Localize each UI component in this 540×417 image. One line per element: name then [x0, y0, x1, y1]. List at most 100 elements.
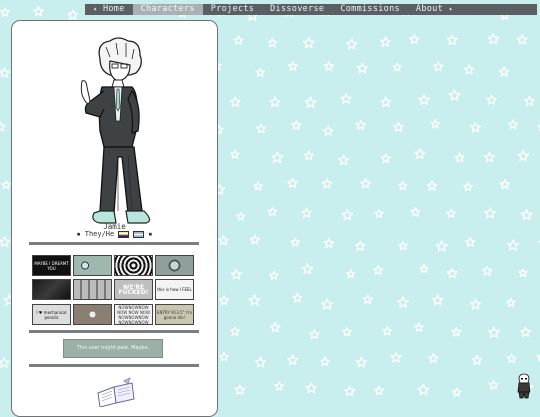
star-shape — [305, 382, 317, 394]
star-shape — [274, 381, 285, 391]
star-shape — [255, 67, 266, 77]
webring-badge[interactable]: This user might pale. Maybe. — [63, 339, 163, 358]
nav-characters[interactable]: Characters — [132, 4, 203, 15]
star-shape — [397, 296, 409, 308]
button-badge-10[interactable] — [73, 304, 112, 325]
star-shape — [471, 354, 483, 366]
nav-about-label: About — [415, 4, 444, 14]
star-shape — [397, 180, 408, 191]
nav-dissoverse[interactable]: Dissoverse — [262, 4, 332, 15]
star-shape — [426, 180, 438, 191]
star-shape — [291, 120, 302, 130]
star-shape — [520, 208, 533, 221]
star-shape — [320, 356, 330, 367]
star-shape — [0, 121, 6, 132]
bullet: ▪ — [148, 230, 153, 238]
button-badge-12[interactable]: ENTRY 913.5° I'm gonna die! — [155, 304, 194, 325]
star-shape — [0, 67, 11, 78]
star-shape — [506, 297, 516, 307]
star-shape — [398, 241, 408, 251]
button-badge-5[interactable] — [32, 279, 71, 300]
star-shape — [392, 62, 403, 72]
star-shape — [380, 153, 391, 164]
star-shape — [323, 61, 335, 71]
bullet: ▪ — [76, 230, 81, 238]
star-shape — [483, 151, 495, 163]
button-badge-7[interactable]: WE'RE FUCKED! — [114, 279, 153, 300]
star-shape — [355, 356, 367, 368]
star-shape — [463, 64, 475, 75]
star-shape — [33, 5, 44, 17]
nonbinary-flag-icon — [118, 230, 130, 238]
star-shape — [484, 207, 496, 219]
button-badge-2[interactable] — [73, 255, 112, 276]
star-shape — [430, 119, 441, 129]
divider — [29, 242, 199, 245]
star-shape — [446, 34, 458, 46]
star-shape — [340, 93, 352, 104]
star-shape — [248, 294, 261, 306]
star-shape — [487, 32, 500, 45]
star-shape — [218, 235, 229, 246]
nav-commissions[interactable]: Commissions — [332, 4, 408, 15]
pronouns: They/He — [84, 230, 115, 238]
button-badge-4[interactable] — [155, 255, 194, 276]
star-icon: ✦ — [448, 5, 453, 13]
star-shape — [287, 177, 298, 188]
star-shape — [499, 178, 511, 190]
star-shape — [418, 93, 430, 106]
star-shape — [253, 181, 263, 191]
star-shape — [346, 269, 356, 279]
star-shape — [355, 119, 367, 130]
star-shape — [292, 292, 303, 303]
star-shape — [380, 96, 392, 108]
button-badge-1[interactable]: MAYBE I DREAMT YOU — [32, 255, 71, 276]
nav-commissions-label: Commissions — [340, 4, 400, 14]
star-shape — [431, 294, 444, 306]
star-shape — [374, 208, 384, 218]
corner-character-icon[interactable] — [514, 373, 534, 399]
nav-characters-label: Characters — [140, 4, 195, 14]
star-shape — [338, 154, 350, 166]
star-shape — [507, 119, 519, 130]
star-icon: ✦ — [93, 5, 98, 13]
nav-about[interactable]: About ✦ — [408, 4, 461, 15]
button-badge-3[interactable] — [114, 255, 153, 276]
star-shape — [380, 36, 391, 47]
star-shape — [524, 95, 535, 106]
star-shape — [451, 387, 462, 397]
top-nav: ✦ Home Characters Projects Dissoverse Co… — [85, 4, 537, 15]
star-shape — [321, 178, 333, 189]
star-shape — [269, 321, 281, 333]
star-shape — [345, 38, 358, 50]
star-shape — [287, 354, 299, 366]
star-shape — [410, 206, 421, 217]
star-shape — [1, 180, 11, 190]
nav-projects[interactable]: Projects — [203, 4, 262, 15]
button-badge-9[interactable]: I ♥ mechanical pencils — [32, 304, 71, 325]
character-card: Jamie ▪ They/He ▪ MAYBE I DREAMT YOU WE'… — [11, 20, 218, 417]
star-shape — [344, 385, 356, 397]
star-shape — [342, 326, 352, 337]
star-shape — [414, 148, 426, 159]
star-shape — [290, 237, 300, 247]
button-badge-6[interactable] — [73, 279, 112, 300]
star-shape — [255, 123, 267, 134]
button-badge-8[interactable]: this is how I FEEL — [155, 279, 194, 300]
star-shape — [360, 177, 372, 189]
star-shape — [451, 327, 462, 337]
star-shape — [465, 236, 476, 247]
star-shape — [373, 265, 384, 275]
star-shape — [469, 298, 482, 310]
nav-home[interactable]: ✦ Home — [85, 4, 133, 15]
star-shape — [321, 298, 334, 310]
star-shape — [230, 149, 240, 159]
open-book-icon[interactable] — [94, 377, 136, 407]
star-shape — [516, 34, 528, 45]
character-portrait — [80, 37, 151, 224]
button-badge-11[interactable]: NOWNOWNOW NOW NOW NOW NOWNOWNOW NOWNOWNO… — [114, 304, 153, 325]
star-shape — [302, 36, 315, 49]
star-shape — [373, 385, 385, 396]
nav-projects-label: Projects — [210, 4, 255, 14]
star-shape — [498, 66, 510, 77]
